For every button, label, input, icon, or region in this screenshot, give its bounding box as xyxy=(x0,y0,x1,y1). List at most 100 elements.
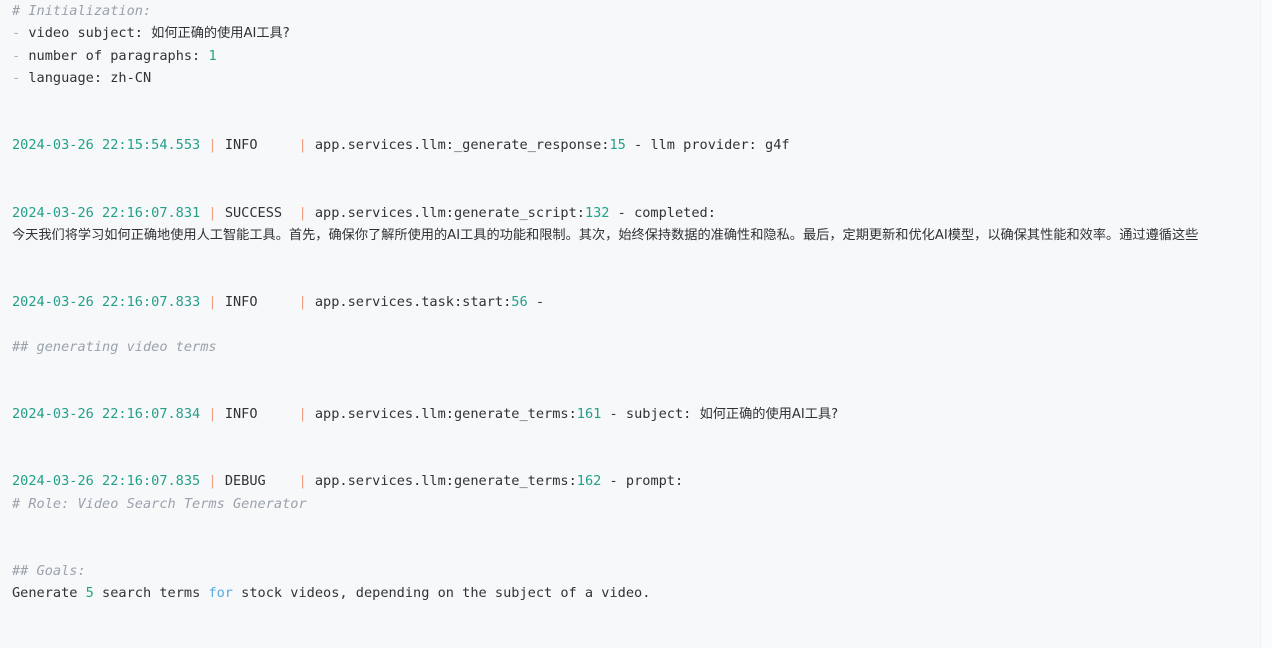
log-token: app.services.task:start: xyxy=(314,294,512,311)
log-token: for xyxy=(208,585,233,602)
log-token: Generate xyxy=(12,585,86,602)
vertical-scrollbar-gutter[interactable] xyxy=(1260,0,1272,648)
log-line-blank-5 xyxy=(12,246,1272,268)
log-token xyxy=(12,608,20,624)
log-token xyxy=(12,249,20,265)
log-token: language: zh-CN xyxy=(28,70,152,87)
log-token: INFO xyxy=(224,294,291,311)
log-line-log-task-start: 2024-03-26 22:16:07.833 | INFO | app.ser… xyxy=(12,291,1272,313)
log-token: - xyxy=(12,25,29,42)
log-token xyxy=(12,451,20,467)
log-token: ## generating video terms xyxy=(12,338,217,355)
log-token: INFO xyxy=(224,137,291,154)
log-token: 2024-03-26 22:15:54.553 xyxy=(12,137,201,154)
log-line-blank-8 xyxy=(12,358,1272,380)
log-token: subject: xyxy=(625,406,700,423)
log-token: app.services.llm:generate_terms: xyxy=(314,473,577,490)
log-token: # Role: Video Search Terms Generator xyxy=(12,495,307,512)
log-token: INFO xyxy=(224,406,291,423)
log-line-blank-11 xyxy=(12,448,1272,470)
log-token xyxy=(12,160,20,176)
log-line-section-generating-video-terms: ## generating video terms xyxy=(12,336,1272,358)
log-line-blank-2 xyxy=(12,112,1272,134)
log-token: - xyxy=(601,406,626,423)
log-line-blank-6 xyxy=(12,269,1272,291)
log-token: - xyxy=(12,70,29,87)
log-token xyxy=(12,428,20,444)
log-token: | xyxy=(200,137,225,154)
log-line-log-llm-provider: 2024-03-26 22:15:54.553 | INFO | app.ser… xyxy=(12,134,1272,156)
log-console-panel: # Initialization: - video subject: 如何正确的使… xyxy=(0,0,1272,648)
log-token: 15 xyxy=(609,137,626,154)
log-token: 2024-03-26 22:16:07.834 xyxy=(12,406,201,423)
log-token xyxy=(12,115,20,131)
log-token: 5 xyxy=(85,585,94,602)
log-token xyxy=(12,630,20,646)
log-line-log-generate-terms-prompt: 2024-03-26 22:16:07.835 | DEBUG | app.se… xyxy=(12,470,1272,492)
log-token xyxy=(12,182,20,198)
log-line-init-language: - language: zh-CN xyxy=(12,67,1272,89)
log-token: ## Goals: xyxy=(12,562,86,579)
log-line-script-output-chinese: 今天我们将学习如何正确地使用人工智能工具。首先，确保你了解所使用的AI工具的功能… xyxy=(12,224,1272,246)
log-token: 132 xyxy=(584,204,610,221)
log-line-blank-1 xyxy=(12,90,1272,112)
log-token: | xyxy=(200,294,225,311)
log-line-blank-14 xyxy=(12,605,1272,627)
log-line-prompt-goals-body: Generate 5 search terms for stock videos… xyxy=(12,582,1272,604)
log-token: | xyxy=(200,204,225,221)
log-line-log-generate-terms-subject: 2024-03-26 22:16:07.834 | INFO | app.ser… xyxy=(12,403,1272,425)
log-token: | xyxy=(290,294,315,311)
log-token: 今天我们将学习如何正确地使用人工智能工具。首先，确保你了解所使用的AI工具的功能… xyxy=(12,227,1199,243)
log-token xyxy=(12,316,20,332)
log-token: | xyxy=(290,406,315,423)
log-token: search terms xyxy=(93,585,209,602)
log-line-init-number-of-paragraphs: - number of paragraphs: 1 xyxy=(12,45,1272,67)
log-token: 162 xyxy=(576,473,602,490)
log-token: SUCCESS xyxy=(224,204,291,221)
log-token: completed: xyxy=(634,204,716,221)
log-token: - xyxy=(527,294,553,311)
log-output-stream[interactable]: # Initialization: - video subject: 如何正确的使… xyxy=(0,0,1272,648)
log-token: | xyxy=(290,473,315,490)
log-token: app.services.llm:_generate_response: xyxy=(314,137,610,154)
log-token: - xyxy=(625,137,651,154)
log-line-blank-12 xyxy=(12,515,1272,537)
log-token: stock videos, depending on the subject o… xyxy=(233,585,651,602)
log-line-blank-13 xyxy=(12,537,1272,559)
log-token: 2024-03-26 22:16:07.831 xyxy=(12,204,201,221)
log-token: app.services.llm:generate_terms: xyxy=(314,406,577,423)
log-token xyxy=(12,272,20,288)
log-line-prompt-goals-header: ## Goals: xyxy=(12,560,1272,582)
log-token: | xyxy=(200,406,225,423)
log-line-prompt-role: # Role: Video Search Terms Generator xyxy=(12,493,1272,515)
log-token: # Initialization: xyxy=(12,3,152,19)
log-token xyxy=(12,540,20,556)
log-token xyxy=(12,518,20,534)
log-token: llm provider: g4f xyxy=(650,137,790,154)
log-token: - xyxy=(12,47,29,64)
log-token: 2024-03-26 22:16:07.835 xyxy=(12,473,201,490)
log-token: number of paragraphs: xyxy=(28,47,209,64)
log-line-blank-15 xyxy=(12,627,1272,648)
log-line-init-header: # Initialization: xyxy=(12,0,1272,22)
log-token: | xyxy=(200,473,225,490)
log-line-blank-9 xyxy=(12,381,1272,403)
log-token: prompt: xyxy=(625,473,684,490)
log-token: | xyxy=(290,204,315,221)
log-token: | xyxy=(290,137,315,154)
log-token: 2024-03-26 22:16:07.833 xyxy=(12,294,201,311)
log-token: 1 xyxy=(208,47,217,64)
log-line-blank-4 xyxy=(12,179,1272,201)
log-token: 56 xyxy=(511,294,528,311)
log-token: 161 xyxy=(576,406,602,423)
log-token: 如何正确的使用AI工具? xyxy=(699,407,839,423)
log-token: - xyxy=(601,473,626,490)
log-token xyxy=(12,93,20,109)
log-token xyxy=(12,384,20,400)
log-token: DEBUG xyxy=(224,473,291,490)
log-token: app.services.llm:generate_script: xyxy=(314,204,585,221)
log-token: - xyxy=(609,204,635,221)
log-line-blank-7 xyxy=(12,313,1272,335)
log-line-init-video-subject: - video subject: 如何正确的使用AI工具? xyxy=(12,22,1272,44)
log-token: video subject: xyxy=(28,25,152,42)
